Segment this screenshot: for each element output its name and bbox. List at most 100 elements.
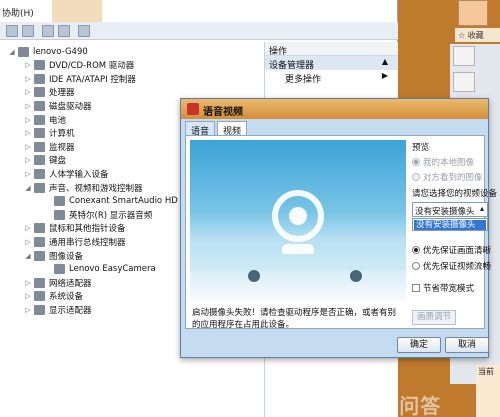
radio-quality-clarity[interactable]: 优先保证画面清晰 <box>412 244 491 256</box>
expand-right-icon[interactable]: ▷ <box>24 129 32 137</box>
device-icon <box>34 236 45 247</box>
cancel-button[interactable]: 取消 <box>445 337 489 353</box>
ok-button[interactable]: 确定 <box>397 337 441 353</box>
actions-device-manager[interactable]: 设备管理器 ▲ <box>265 56 398 71</box>
device-icon <box>34 73 45 84</box>
expand-right-icon[interactable]: ▷ <box>24 116 32 124</box>
qq-bottom-label: 当前 <box>478 367 494 376</box>
more-actions[interactable]: 更多操作 ▶ <box>265 70 398 85</box>
camera-dropdown-option[interactable]: 没有安装摄像头 <box>414 220 486 230</box>
tree-category[interactable]: ◢ 图像设备 <box>24 249 83 262</box>
expand-right-icon[interactable]: ▷ <box>24 292 32 300</box>
tree-label: 网络适配器 <box>49 278 92 289</box>
help-icon[interactable] <box>58 25 70 37</box>
properties-icon[interactable] <box>42 25 54 37</box>
tree-root[interactable]: ◢ lenovo-G490 <box>8 45 88 58</box>
radio-remote-image[interactable]: 对方看到的图像 <box>412 171 483 183</box>
radio-remote-image-label: 对方看到的图像 <box>423 173 483 183</box>
chevron-down-icon[interactable]: ▴ <box>480 204 484 213</box>
tree-device[interactable]: Conexant SmartAudio HD <box>44 195 178 208</box>
expand-right-icon[interactable]: ▷ <box>24 279 32 287</box>
device-icon <box>34 250 45 261</box>
menu-help[interactable]: 协助(H) <box>2 9 34 19</box>
tree-category[interactable]: ▷ DVD/CD-ROM 驱动器 <box>24 59 134 72</box>
tree-category[interactable]: ▷ 网络适配器 <box>24 276 92 289</box>
device-icon <box>34 100 45 111</box>
tree-device[interactable]: Lenovo EasyCamera <box>44 263 156 276</box>
tree-category[interactable]: ▷ 人体学输入设备 <box>24 167 109 180</box>
expand-right-icon[interactable]: ▷ <box>24 306 32 314</box>
tree-category[interactable]: ▷ 系统设备 <box>24 290 83 303</box>
expand-right-icon[interactable]: ▷ <box>24 61 32 69</box>
tree-category[interactable]: ▷ 处理器 <box>24 86 75 99</box>
expand-down-icon[interactable]: ◢ <box>8 48 16 56</box>
tab-voice[interactable]: 语音 <box>185 121 216 137</box>
tree-category[interactable]: ◢ 声音、视频和游戏控制器 <box>24 181 143 194</box>
collect-label: 收藏 <box>467 31 484 40</box>
video-preview <box>190 140 406 300</box>
radio-quality-smooth-control[interactable] <box>412 262 420 270</box>
tree-category[interactable]: ▷ 键盘 <box>24 154 66 167</box>
emoji-icon[interactable] <box>453 72 475 92</box>
select-device-label: 请您选择您的视频设备 <box>412 189 498 199</box>
expand-right-icon[interactable]: ▷ <box>24 238 32 246</box>
tree-category[interactable]: ▷ 监视器 <box>24 140 75 153</box>
submenu-arrow-icon: ▶ <box>381 71 388 80</box>
tree-category[interactable]: ▷ 磁盘驱动器 <box>24 99 92 112</box>
forward-icon[interactable] <box>22 25 34 37</box>
image-adjust-button[interactable]: 画质调节 <box>412 310 456 325</box>
preview-section-label: 预览 <box>412 143 430 153</box>
collect-button[interactable]: ☆ 收藏 <box>455 28 500 42</box>
dialog-tabs: 语音 视频 <box>185 121 249 137</box>
radio-local-image[interactable]: 我的本地图像 <box>412 156 474 168</box>
camera-select[interactable]: 没有安装摄像头 ▴ <box>412 202 488 217</box>
expand-right-icon[interactable]: ▷ <box>24 102 32 110</box>
dialog-titlebar[interactable]: 语音视频 <box>181 99 488 119</box>
tree-device[interactable]: 英特尔(R) 显示器音频 <box>44 208 152 221</box>
nav-back-icon[interactable] <box>453 46 475 66</box>
tree-category[interactable]: ▷ 计算机 <box>24 127 75 140</box>
toolbar <box>0 22 398 40</box>
radio-quality-clarity-control[interactable] <box>412 246 420 254</box>
webcam-icon <box>272 190 324 258</box>
collapse-icon[interactable]: ▲ <box>382 57 388 66</box>
qq-top-strip <box>52 0 102 22</box>
avatar[interactable] <box>458 0 488 26</box>
expand-right-icon[interactable]: ▷ <box>24 88 32 96</box>
scan-hardware-icon[interactable] <box>78 25 90 37</box>
device-icon <box>34 155 45 166</box>
bandwidth-checkbox-label: 节省带宽模式 <box>423 284 475 294</box>
expand-right-icon[interactable]: ▷ <box>24 170 32 178</box>
tree-label: 处理器 <box>49 88 75 99</box>
tree-category[interactable]: ▷ IDE ATA/ATAPI 控制器 <box>24 72 136 85</box>
menu-bar[interactable]: 协助(H) <box>0 6 34 20</box>
bandwidth-checkbox-control[interactable] <box>412 284 420 292</box>
tree-label: IDE ATA/ATAPI 控制器 <box>49 74 136 85</box>
dialog-title: 语音视频 <box>203 107 243 118</box>
tree-category[interactable]: ▷ 通用串行总线控制器 <box>24 235 126 248</box>
tree-category[interactable]: ▷ 鼠标和其他指针设备 <box>24 222 126 235</box>
tab-video[interactable]: 视频 <box>217 121 248 137</box>
tree-category[interactable]: ▷ 显示适配器 <box>24 303 92 316</box>
expand-right-icon[interactable]: ▷ <box>24 156 32 164</box>
back-icon[interactable] <box>6 25 18 37</box>
radio-remote-image-control[interactable] <box>412 173 420 181</box>
expand-down-icon[interactable]: ◢ <box>24 184 32 192</box>
preview-horizon <box>190 270 406 300</box>
tree-category[interactable]: ▷ 电池 <box>24 113 66 126</box>
camera-select-value: 没有安装摄像头 <box>415 207 475 217</box>
expand-down-icon[interactable]: ◢ <box>24 252 32 260</box>
device-icon <box>54 264 65 275</box>
camera-dropdown-list: 没有安装摄像头 <box>412 218 488 231</box>
expand-right-icon[interactable]: ▷ <box>24 75 32 83</box>
radio-quality-smooth[interactable]: 优先保证视频流畅 <box>412 260 491 272</box>
expand-right-icon[interactable]: ▷ <box>24 143 32 151</box>
tree-label: 图像设备 <box>49 251 84 262</box>
device-icon <box>34 60 45 71</box>
expand-right-icon[interactable]: ▷ <box>24 224 32 232</box>
tree-label: 声音、视频和游戏控制器 <box>49 183 143 194</box>
radio-local-image-control[interactable] <box>412 158 420 166</box>
radio-quality-smooth-label: 优先保证视频流畅 <box>423 262 492 272</box>
bandwidth-checkbox[interactable]: 节省带宽模式 <box>412 282 474 294</box>
device-icon <box>34 291 45 302</box>
